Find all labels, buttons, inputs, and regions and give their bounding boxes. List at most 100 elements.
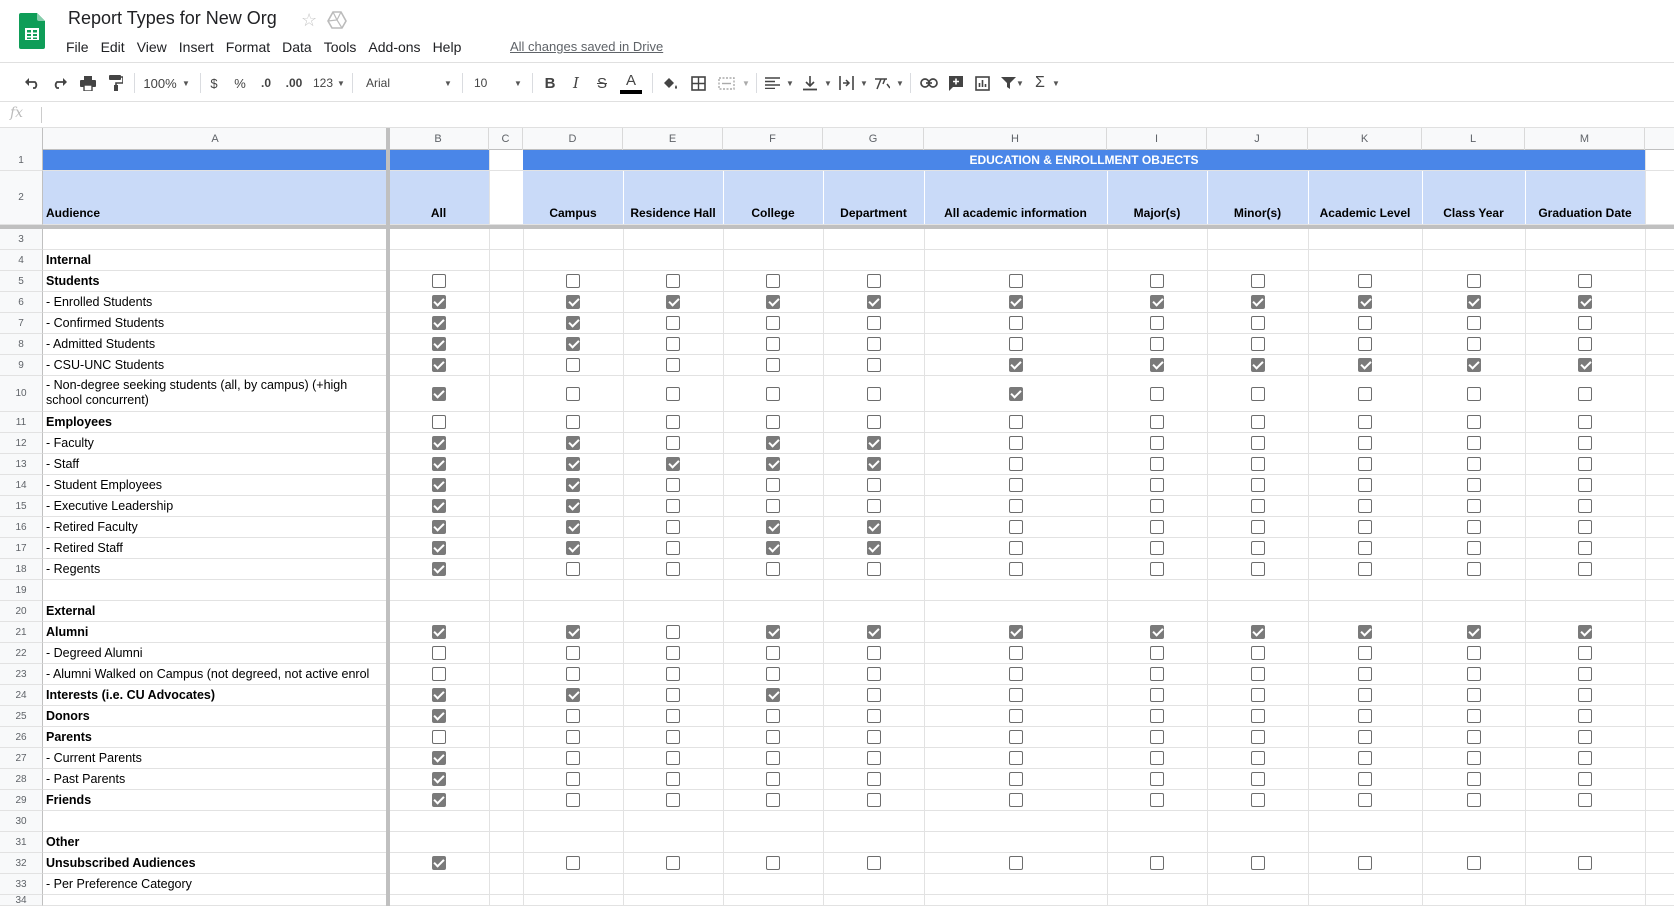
checkbox-unchecked[interactable] xyxy=(666,358,680,372)
checkbox-unchecked[interactable] xyxy=(1008,337,1023,351)
checkbox-checked[interactable] xyxy=(431,688,446,702)
checkbox-checked[interactable] xyxy=(1358,295,1372,309)
font-caret-icon[interactable]: ▼ xyxy=(444,63,452,103)
checkbox-unchecked[interactable] xyxy=(1008,316,1023,330)
checkbox-unchecked[interactable] xyxy=(1008,541,1023,555)
checkbox-unchecked[interactable] xyxy=(1150,337,1164,351)
checkbox-unchecked[interactable] xyxy=(1578,751,1592,765)
checkbox-checked[interactable] xyxy=(666,295,680,309)
checkbox-unchecked[interactable] xyxy=(1150,316,1164,330)
checkbox-unchecked[interactable] xyxy=(1578,274,1592,288)
zoom-caret-icon[interactable]: ▼ xyxy=(182,63,190,103)
move-to-folder-icon[interactable] xyxy=(327,11,347,29)
menu-view[interactable]: View xyxy=(131,37,173,57)
checkbox-checked[interactable] xyxy=(1466,358,1481,372)
merge-caret-icon[interactable]: ▼ xyxy=(742,63,750,103)
row-header-28[interactable]: 28 xyxy=(0,769,43,790)
checkbox-unchecked[interactable] xyxy=(1358,646,1372,660)
checkbox-unchecked[interactable] xyxy=(866,316,881,330)
checkbox-checked[interactable] xyxy=(1358,625,1372,639)
checkbox-unchecked[interactable] xyxy=(866,415,881,429)
row-header-23[interactable]: 23 xyxy=(0,664,43,685)
row-header-4[interactable]: 4 xyxy=(0,250,43,271)
checkbox-checked[interactable] xyxy=(766,520,780,534)
functions-caret-icon[interactable]: ▼ xyxy=(1052,63,1060,103)
checkbox-unchecked[interactable] xyxy=(1578,793,1592,807)
checkbox-unchecked[interactable] xyxy=(566,274,580,288)
checkbox-unchecked[interactable] xyxy=(1358,478,1372,492)
checkbox-unchecked[interactable] xyxy=(431,646,446,660)
checkbox-checked[interactable] xyxy=(1150,358,1164,372)
checkbox-unchecked[interactable] xyxy=(1008,646,1023,660)
checkbox-unchecked[interactable] xyxy=(1008,520,1023,534)
checkbox-unchecked[interactable] xyxy=(1250,316,1265,330)
checkbox-unchecked[interactable] xyxy=(666,625,680,639)
checkbox-unchecked[interactable] xyxy=(1008,688,1023,702)
row-header-34[interactable]: 34 xyxy=(0,895,43,906)
checkbox-checked[interactable] xyxy=(766,541,780,555)
checkbox-unchecked[interactable] xyxy=(1358,856,1372,870)
text-wrapping-icon[interactable] xyxy=(834,63,858,103)
checkbox-unchecked[interactable] xyxy=(566,772,580,786)
checkbox-unchecked[interactable] xyxy=(1358,730,1372,744)
checkbox-unchecked[interactable] xyxy=(1466,337,1481,351)
checkbox-unchecked[interactable] xyxy=(766,751,780,765)
checkbox-unchecked[interactable] xyxy=(866,562,881,576)
checkbox-checked[interactable] xyxy=(766,436,780,450)
menu-edit[interactable]: Edit xyxy=(95,37,131,57)
checkbox-checked[interactable] xyxy=(566,499,580,513)
checkbox-unchecked[interactable] xyxy=(431,667,446,681)
checkbox-checked[interactable] xyxy=(566,316,580,330)
zoom-select[interactable]: 100% xyxy=(140,63,180,103)
row-header-9[interactable]: 9 xyxy=(0,355,43,376)
checkbox-unchecked[interactable] xyxy=(1250,562,1265,576)
borders-icon[interactable] xyxy=(686,63,710,103)
checkbox-checked[interactable] xyxy=(431,436,446,450)
checkbox-unchecked[interactable] xyxy=(1358,688,1372,702)
checkbox-unchecked[interactable] xyxy=(766,730,780,744)
checkbox-unchecked[interactable] xyxy=(1150,499,1164,513)
redo-icon[interactable] xyxy=(48,63,72,103)
checkbox-unchecked[interactable] xyxy=(566,751,580,765)
checkbox-unchecked[interactable] xyxy=(1358,541,1372,555)
row-header-12[interactable]: 12 xyxy=(0,433,43,454)
checkbox-unchecked[interactable] xyxy=(666,478,680,492)
checkbox-unchecked[interactable] xyxy=(1008,793,1023,807)
column-header-j[interactable]: J xyxy=(1207,128,1308,150)
checkbox-unchecked[interactable] xyxy=(1578,499,1592,513)
text-rotation-caret-icon[interactable]: ▼ xyxy=(896,63,904,103)
print-icon[interactable] xyxy=(76,63,100,103)
checkbox-unchecked[interactable] xyxy=(766,386,780,401)
checkbox-unchecked[interactable] xyxy=(1358,793,1372,807)
checkbox-unchecked[interactable] xyxy=(566,646,580,660)
vertical-align-caret-icon[interactable]: ▼ xyxy=(824,63,832,103)
checkbox-unchecked[interactable] xyxy=(866,667,881,681)
checkbox-checked[interactable] xyxy=(866,436,881,450)
checkbox-unchecked[interactable] xyxy=(766,667,780,681)
checkbox-checked[interactable] xyxy=(431,751,446,765)
row-header-16[interactable]: 16 xyxy=(0,517,43,538)
checkbox-checked[interactable] xyxy=(1250,625,1265,639)
checkbox-unchecked[interactable] xyxy=(766,274,780,288)
checkbox-unchecked[interactable] xyxy=(1150,541,1164,555)
checkbox-unchecked[interactable] xyxy=(431,274,446,288)
checkbox-unchecked[interactable] xyxy=(1150,688,1164,702)
checkbox-unchecked[interactable] xyxy=(1466,520,1481,534)
font-size-caret-icon[interactable]: ▼ xyxy=(514,63,522,103)
checkbox-unchecked[interactable] xyxy=(1358,316,1372,330)
checkbox-checked[interactable] xyxy=(1150,625,1164,639)
checkbox-unchecked[interactable] xyxy=(666,793,680,807)
checkbox-unchecked[interactable] xyxy=(1250,499,1265,513)
row-header-13[interactable]: 13 xyxy=(0,454,43,475)
checkbox-unchecked[interactable] xyxy=(1466,688,1481,702)
row-header-10[interactable]: 10 xyxy=(0,376,43,412)
checkbox-unchecked[interactable] xyxy=(666,646,680,660)
checkbox-unchecked[interactable] xyxy=(1150,386,1164,401)
insert-chart-icon[interactable] xyxy=(970,63,994,103)
checkbox-unchecked[interactable] xyxy=(1008,499,1023,513)
checkbox-unchecked[interactable] xyxy=(1150,772,1164,786)
checkbox-unchecked[interactable] xyxy=(1008,562,1023,576)
checkbox-unchecked[interactable] xyxy=(866,274,881,288)
row-header-6[interactable]: 6 xyxy=(0,292,43,313)
checkbox-unchecked[interactable] xyxy=(766,337,780,351)
